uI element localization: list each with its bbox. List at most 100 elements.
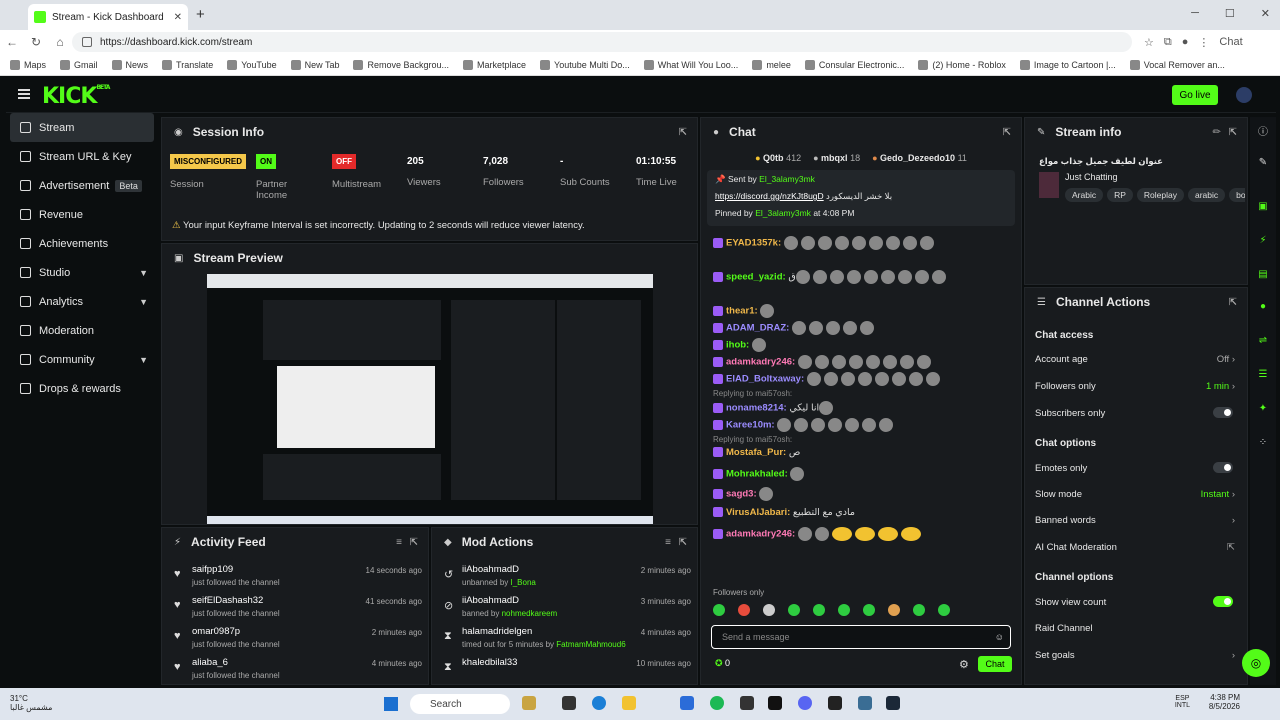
tag-pill[interactable]: Roleplay	[1136, 188, 1184, 202]
activity-user[interactable]: omar0987p	[192, 626, 240, 637]
tag-pill[interactable]: bor	[1229, 188, 1245, 202]
top-gifter[interactable]: ● mbqxl 18	[813, 153, 860, 163]
help-button[interactable]: ◎	[1242, 649, 1270, 677]
menu-icon[interactable]: ⋮	[1198, 36, 1209, 49]
chat-username[interactable]: adamkadry246:	[726, 529, 795, 540]
subscribers-only-toggle[interactable]	[1213, 407, 1233, 418]
document-icon[interactable]: ▤	[1255, 269, 1271, 285]
browser-tab[interactable]: Stream - Kick Dashboard ✕	[28, 4, 188, 30]
chat-username[interactable]: EYAD1357k:	[726, 238, 781, 249]
quick-emote-icon[interactable]	[763, 604, 775, 616]
quick-emote-icon[interactable]	[788, 604, 800, 616]
bookmark-item[interactable]: Remove Backgrou...	[353, 59, 449, 70]
bookmark-item[interactable]: Vocal Remover an...	[1129, 59, 1225, 70]
apps-icon[interactable]: ⁘	[1255, 437, 1271, 453]
mod-target-user[interactable]: iiAboahmadD	[462, 564, 519, 575]
capcut-icon[interactable]	[828, 696, 842, 710]
sidebar-item-achievements[interactable]: Achievements	[6, 229, 158, 258]
popout-icon[interactable]: ⇱	[679, 127, 687, 138]
bookmark-item[interactable]: Gmail	[60, 59, 98, 70]
moderator-name[interactable]: nohmedkareem	[502, 609, 558, 618]
spotify-icon[interactable]	[710, 696, 724, 710]
moderator-name[interactable]: I_Bona	[511, 578, 536, 587]
chat-username[interactable]: VirusAlJabari:	[726, 507, 790, 518]
chat-username[interactable]: thear1:	[726, 306, 758, 317]
list-icon[interactable]: ☰	[1255, 369, 1271, 385]
new-tab-icon[interactable]: +	[196, 6, 205, 23]
discord-icon[interactable]	[798, 696, 812, 710]
chat-username[interactable]: Mostafa_Pur:	[726, 447, 786, 458]
language-indicator[interactable]: ESP INTL	[1175, 695, 1190, 709]
go-live-button[interactable]: Go live	[1172, 85, 1218, 105]
activity-user[interactable]: saifpp109	[192, 564, 233, 575]
sidebar-item-drops-rewards[interactable]: Drops & rewards	[6, 374, 158, 403]
close-tab-icon[interactable]: ✕	[174, 12, 182, 23]
taskbar-search[interactable]: Search	[410, 694, 510, 714]
mod-target-user[interactable]: khaledbilal33	[462, 657, 517, 668]
channel-points[interactable]: ✪ 0	[715, 658, 730, 669]
chat-username[interactable]: adamkadry246:	[726, 357, 795, 368]
bookmark-item[interactable]: New Tab	[290, 59, 339, 70]
sidebar-item-community[interactable]: Community ▼	[6, 345, 158, 374]
tag-pill[interactable]: arabic	[1187, 188, 1226, 202]
minimize-icon[interactable]: ─	[1191, 7, 1199, 20]
quick-emote-icon[interactable]	[838, 604, 850, 616]
bookmark-item[interactable]: Translate	[162, 59, 213, 70]
pinned-by-user[interactable]: El_3alamy3mk	[755, 208, 811, 218]
close-window-icon[interactable]: ✕	[1261, 7, 1270, 20]
chat-bubble-icon[interactable]: ●	[1255, 301, 1271, 317]
bookmark-item[interactable]: (2) Home - Roblox	[918, 59, 1006, 70]
bookmark-item[interactable]: YouTube	[227, 59, 277, 70]
bolt-icon[interactable]: ⚡	[1255, 235, 1271, 251]
maximize-icon[interactable]: ☐	[1225, 7, 1235, 20]
chat-username[interactable]: sagd3:	[726, 489, 757, 500]
set-goals-row[interactable]: Set goals ›	[1035, 650, 1235, 661]
slow-mode-row[interactable]: Slow mode Instant ›	[1035, 489, 1235, 500]
hamburger-menu-icon[interactable]	[18, 89, 30, 99]
chat-username[interactable]: ElAD_Boltxaway:	[726, 374, 804, 385]
file-explorer-icon[interactable]	[622, 696, 636, 710]
bookmark-item[interactable]: What Will You Loo...	[643, 59, 738, 70]
followers-only-row[interactable]: Followers only 1 min ›	[1035, 381, 1235, 392]
sidebar-item-stream[interactable]: Stream	[10, 113, 154, 142]
site-info-icon[interactable]	[82, 37, 92, 47]
star-icon[interactable]: ☆	[1144, 36, 1154, 49]
quick-emote-icon[interactable]	[713, 604, 725, 616]
bookmark-item[interactable]: Image to Cartoon |...	[1019, 59, 1116, 70]
layout-icon[interactable]: ▣	[1255, 201, 1271, 217]
task-view-icon[interactable]	[562, 696, 576, 710]
quick-emote-icon[interactable]	[813, 604, 825, 616]
reload-icon[interactable]: ↻	[24, 35, 48, 49]
moderator-name[interactable]: FatmamMahmoud6	[556, 640, 625, 649]
outlook-icon[interactable]	[680, 696, 694, 710]
kick-logo[interactable]: KICKBETA	[42, 84, 110, 109]
url-field[interactable]: https://dashboard.kick.com/stream	[72, 32, 1132, 52]
chat-username[interactable]: speed_yazid:	[726, 272, 786, 283]
popout-icon[interactable]: ⇱	[679, 537, 687, 548]
home-icon[interactable]: ⌂	[48, 35, 72, 49]
popout-icon[interactable]: ⇱	[1229, 297, 1237, 308]
nvidia-icon[interactable]	[768, 696, 782, 710]
mod-target-user[interactable]: halamadridelgen	[462, 626, 532, 637]
mod-target-user[interactable]: iiAboahmadD	[462, 595, 519, 606]
lock-icon[interactable]	[740, 696, 754, 710]
sidebar-item-stream-url-key[interactable]: Stream URL & Key	[6, 142, 158, 171]
bookmark-item[interactable]: Consular Electronic...	[804, 59, 904, 70]
quick-emote-icon[interactable]	[738, 604, 750, 616]
info-icon[interactable]: ⓘ	[1255, 123, 1271, 139]
steam-icon[interactable]	[886, 696, 900, 710]
edit-icon[interactable]: ✏	[1213, 127, 1221, 138]
quick-emote-icon[interactable]	[938, 604, 950, 616]
back-icon[interactable]: ←	[0, 35, 24, 49]
emoji-picker-icon[interactable]: ☺	[995, 632, 1004, 642]
bookmark-item[interactable]: News	[111, 59, 148, 70]
edge-icon[interactable]	[592, 696, 606, 710]
activity-user[interactable]: seifElDashash32	[192, 595, 263, 606]
popout-icon[interactable]: ⇱	[410, 537, 418, 548]
pinned-link[interactable]: https://discord.gg/nzKJt8ugD	[715, 191, 824, 201]
chat-username[interactable]: noname8214:	[726, 403, 787, 414]
sidebar-item-studio[interactable]: Studio ▼	[6, 258, 158, 287]
pencil-icon[interactable]: ✎	[1255, 157, 1271, 173]
widgets-icon[interactable]	[522, 696, 536, 710]
tag-pill[interactable]: Arabic	[1065, 188, 1104, 202]
